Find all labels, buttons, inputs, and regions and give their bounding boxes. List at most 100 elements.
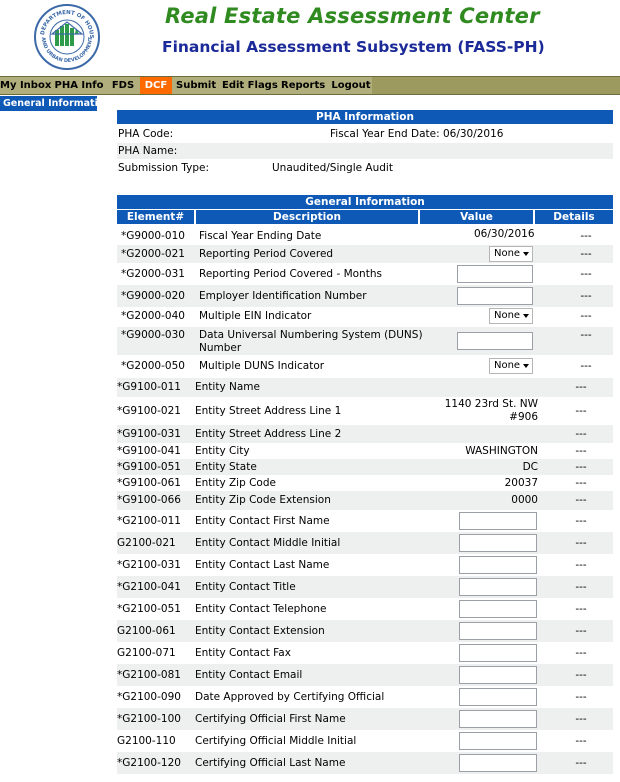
value-input[interactable] bbox=[459, 622, 537, 640]
element-value: DC bbox=[522, 461, 538, 473]
element-code: *G9000-010 bbox=[121, 230, 185, 242]
table-row: *G2000-021 Reporting Period Covered None --… bbox=[117, 245, 613, 263]
pha-name-row: PHA Name: bbox=[117, 143, 613, 159]
value-input[interactable] bbox=[459, 600, 537, 618]
table-row: *G2000-040 Multiple EIN Indicator None --- bbox=[117, 307, 613, 325]
tab-pha-info[interactable]: PHA Info bbox=[54, 77, 104, 94]
element-details: --- bbox=[575, 603, 587, 615]
element-description: Date Approved by Certifying Official bbox=[195, 691, 385, 703]
element-description: Entity Street Address Line 2 bbox=[195, 428, 342, 440]
element-code: *G9000-030 bbox=[121, 329, 185, 341]
element-description: Multiple DUNS Indicator bbox=[199, 360, 325, 372]
element-details: --- bbox=[580, 230, 592, 242]
value-input[interactable] bbox=[459, 534, 537, 552]
element-code: *G9000-020 bbox=[121, 290, 185, 302]
element-code: *G2100-120 bbox=[117, 757, 181, 769]
element-code: *G2100-100 bbox=[117, 713, 181, 725]
element-code: *G2000-040 bbox=[121, 310, 185, 322]
element-details: --- bbox=[575, 428, 587, 440]
element-description: Entity Contact Extension bbox=[195, 625, 325, 637]
element-description: Entity Street Address Line 1 bbox=[195, 405, 342, 417]
element-details: --- bbox=[580, 268, 592, 280]
element-code: *G2100-051 bbox=[117, 603, 181, 615]
app-subtitle: Financial Assessment Subsystem (FASS-PH) bbox=[162, 38, 545, 56]
value-input[interactable] bbox=[459, 688, 537, 706]
element-details: --- bbox=[575, 405, 587, 417]
element-value: 0000 bbox=[511, 494, 538, 506]
element-details: --- bbox=[575, 625, 587, 637]
element-details: --- bbox=[580, 310, 592, 322]
element-code: *G2100-041 bbox=[117, 581, 181, 593]
element-code: *G9100-066 bbox=[117, 494, 181, 506]
app-title: Real Estate Assessment Center bbox=[165, 4, 540, 28]
element-details: --- bbox=[575, 559, 587, 571]
value-input[interactable] bbox=[459, 578, 537, 596]
value-input[interactable] bbox=[459, 666, 537, 684]
table-row: *G2100-081 Entity Contact Email --- bbox=[117, 664, 613, 686]
element-code: *G9100-031 bbox=[117, 428, 181, 440]
table-row: *G2100-090 Date Approved by Certifying Of… bbox=[117, 686, 613, 708]
element-description: Fiscal Year Ending Date bbox=[199, 230, 322, 242]
value-input[interactable] bbox=[457, 287, 533, 305]
element-details: --- bbox=[575, 647, 587, 659]
element-code: *G9100-051 bbox=[117, 461, 181, 473]
value-dropdown[interactable]: None bbox=[489, 246, 533, 262]
table-row: G2100-110 Certifying Official Middle Init… bbox=[117, 730, 613, 752]
value-input[interactable] bbox=[459, 556, 537, 574]
element-description: Certifying Official Middle Initial bbox=[195, 735, 357, 747]
element-code: *G2000-050 bbox=[121, 360, 185, 372]
element-description: Reporting Period Covered - Months bbox=[199, 268, 382, 280]
value-dropdown[interactable]: None bbox=[489, 358, 533, 374]
element-description: Entity Name bbox=[195, 381, 260, 393]
tab-edit-flags[interactable]: Edit Flags bbox=[222, 77, 278, 94]
sidebar-item-general-information[interactable]: General Information bbox=[0, 96, 111, 111]
element-code: *G2100-090 bbox=[117, 691, 181, 703]
table-row: *G2100-041 Entity Contact Title --- bbox=[117, 576, 613, 598]
table-row: *G9100-061 Entity Zip Code 20037 --- bbox=[117, 475, 613, 491]
value-dropdown[interactable]: None bbox=[489, 308, 533, 324]
dropdown-selected-value: None bbox=[494, 360, 521, 371]
element-description: Certifying Official First Name bbox=[195, 713, 346, 725]
element-details: --- bbox=[575, 461, 587, 473]
dropdown-selected-value: None bbox=[494, 248, 521, 259]
value-input[interactable] bbox=[457, 332, 533, 350]
element-code: G2100-071 bbox=[117, 647, 176, 659]
header: U.S. DEPARTMENT OF HOUSING AND URBAN DEV… bbox=[0, 0, 620, 74]
element-description: Entity City bbox=[195, 445, 250, 457]
tab-my-inbox[interactable]: My Inbox bbox=[0, 77, 51, 94]
value-input[interactable] bbox=[459, 644, 537, 662]
element-code: *G9100-011 bbox=[117, 381, 181, 393]
submission-type-value: Unaudited/Single Audit bbox=[272, 162, 393, 174]
element-details: --- bbox=[575, 757, 587, 769]
table-row: *G9100-031 Entity Street Address Line 2 --… bbox=[117, 425, 613, 443]
element-details: --- bbox=[575, 445, 587, 457]
value-input[interactable] bbox=[457, 265, 533, 283]
tab-dcf[interactable]: DCF bbox=[140, 77, 172, 94]
col-header-description: Description bbox=[196, 210, 418, 224]
tab-reports[interactable]: Reports bbox=[281, 77, 325, 94]
table-row: *G2000-031 Reporting Period Covered - Mon… bbox=[117, 263, 613, 285]
col-header-details: Details bbox=[535, 210, 613, 224]
table-row: *G2100-031 Entity Contact Last Name --- bbox=[117, 554, 613, 576]
tab-fds[interactable]: FDS bbox=[108, 77, 138, 94]
tab-submit[interactable]: Submit bbox=[176, 77, 216, 94]
table-row: *G2100-011 Entity Contact First Name --- bbox=[117, 510, 613, 532]
value-input[interactable] bbox=[459, 732, 537, 750]
general-section-title: General Information bbox=[117, 195, 613, 209]
table-row: *G2100-100 Certifying Official First Name… bbox=[117, 708, 613, 730]
value-input[interactable] bbox=[459, 512, 537, 530]
element-code: *G9100-041 bbox=[117, 445, 181, 457]
tab-logout[interactable]: Logout bbox=[331, 77, 371, 94]
element-details: --- bbox=[575, 691, 587, 703]
element-code: G2100-021 bbox=[117, 537, 176, 549]
table-row: G2100-061 Entity Contact Extension --- bbox=[117, 620, 613, 642]
table-row: *G9100-051 Entity State DC --- bbox=[117, 459, 613, 475]
element-description: Entity Contact Fax bbox=[195, 647, 291, 659]
table-row: *G9100-011 Entity Name --- bbox=[117, 378, 613, 397]
table-row: *G9100-021 Entity Street Address Line 1 11… bbox=[117, 397, 613, 425]
value-input[interactable] bbox=[459, 710, 537, 728]
element-description: Data Universal Numbering System (DUNS) bbox=[199, 329, 423, 341]
table-row: G2100-021 Entity Contact Middle Initial --… bbox=[117, 532, 613, 554]
element-value-line2: #906 bbox=[509, 411, 538, 423]
value-input[interactable] bbox=[459, 754, 537, 772]
